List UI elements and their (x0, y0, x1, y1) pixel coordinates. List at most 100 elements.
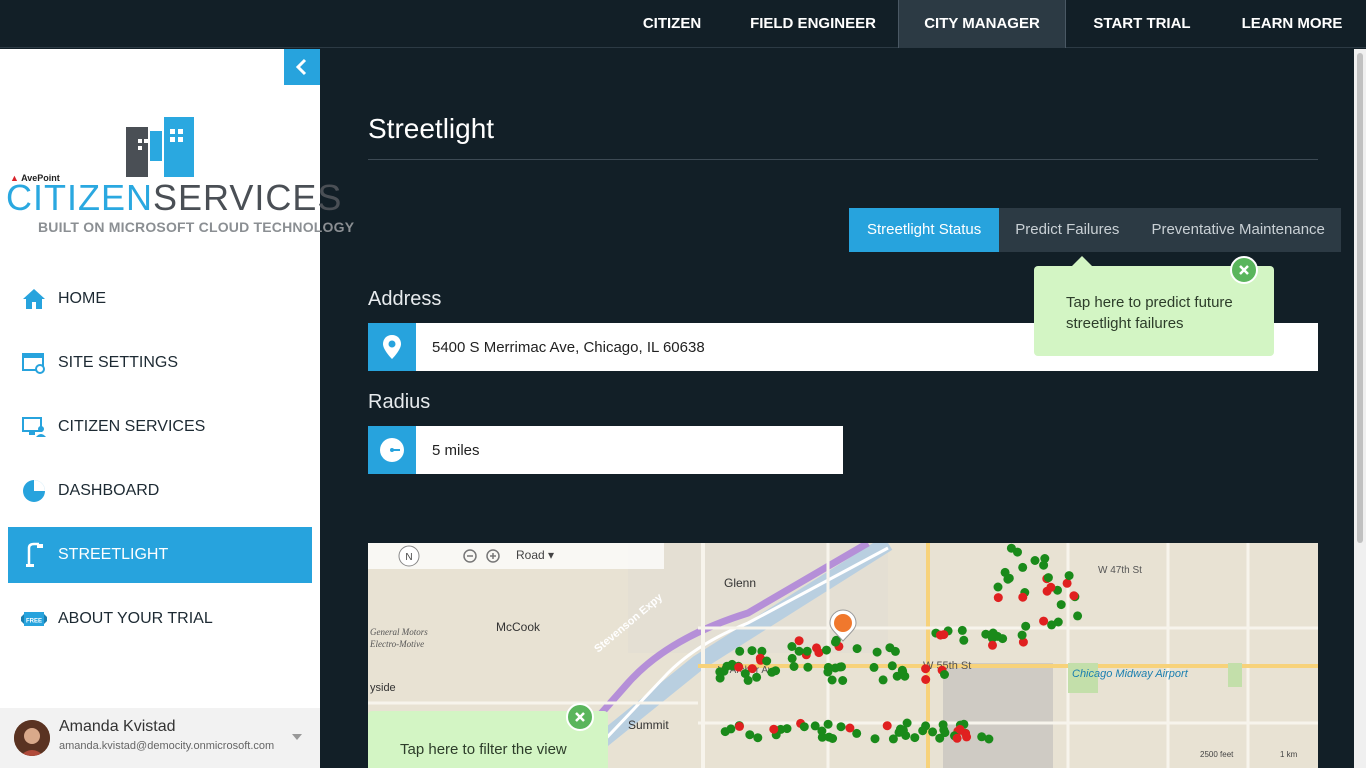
streetlight-marker-failed[interactable] (735, 721, 744, 731)
streetlight-marker-ok[interactable] (852, 644, 862, 654)
streetlight-marker-ok[interactable] (1047, 620, 1057, 630)
streetlight-marker-ok[interactable] (782, 724, 792, 734)
streetlight-marker-ok[interactable] (918, 726, 928, 736)
streetlight-marker-failed[interactable] (1069, 591, 1079, 601)
chevron-down-icon[interactable] (292, 734, 302, 740)
streetlight-marker-ok[interactable] (743, 675, 753, 685)
streetlight-marker-failed[interactable] (993, 593, 1003, 603)
streetlight-marker-failed[interactable] (921, 664, 931, 674)
streetlight-marker-ok[interactable] (745, 730, 755, 740)
streetlight-marker-ok[interactable] (993, 582, 1003, 592)
sidebar-item-home[interactable]: HOME (8, 271, 312, 327)
nav-field-engineer[interactable]: FIELD ENGINEER (736, 0, 890, 48)
streetlight-marker-failed[interactable] (845, 723, 855, 733)
predict-failures-tooltip[interactable]: Tap here to predict future streetlight f… (1034, 256, 1274, 356)
sidebar-item-streetlight[interactable]: STREETLIGHT (8, 527, 312, 583)
sidebar-item-site-settings[interactable]: SITE SETTINGS (8, 335, 312, 391)
nav-learn-more[interactable]: LEARN MORE (1224, 0, 1360, 48)
streetlight-marker-ok[interactable] (817, 732, 827, 742)
close-icon[interactable] (1230, 256, 1258, 284)
streetlight-marker-ok[interactable] (715, 673, 725, 683)
streetlight-marker-ok[interactable] (1039, 560, 1049, 570)
streetlight-marker-ok[interactable] (747, 646, 757, 656)
streetlight-marker-ok[interactable] (885, 643, 895, 653)
streetlight-marker-ok[interactable] (939, 725, 949, 735)
streetlight-marker-ok[interactable] (735, 646, 745, 656)
streetlight-marker-ok[interactable] (787, 653, 797, 663)
streetlight-marker-ok[interactable] (872, 647, 882, 657)
streetlight-marker-ok[interactable] (835, 662, 845, 672)
streetlight-marker-ok[interactable] (957, 625, 967, 635)
streetlight-marker-failed[interactable] (812, 643, 821, 653)
streetlight-marker-ok[interactable] (892, 671, 902, 681)
streetlight-marker-ok[interactable] (802, 646, 812, 656)
zoom-out-icon[interactable] (462, 548, 478, 564)
streetlight-marker-ok[interactable] (794, 646, 804, 656)
streetlight-marker-failed[interactable] (734, 662, 744, 672)
tab-streetlight-status[interactable]: Streetlight Status (849, 208, 1000, 252)
streetlight-marker-ok[interactable] (831, 637, 840, 647)
streetlight-marker-ok[interactable] (803, 662, 813, 672)
streetlight-marker-failed[interactable] (794, 636, 804, 646)
streetlight-marker-ok[interactable] (878, 675, 888, 685)
streetlight-marker-ok[interactable] (720, 727, 730, 737)
streetlight-marker-ok[interactable] (1056, 600, 1066, 610)
streetlight-marker-ok[interactable] (870, 734, 880, 744)
streetlight-marker-ok[interactable] (888, 734, 898, 744)
streetlight-marker-ok[interactable] (935, 733, 945, 743)
streetlight-marker-ok[interactable] (1000, 567, 1010, 577)
streetlight-marker-ok[interactable] (910, 733, 920, 743)
streetlight-marker-ok[interactable] (838, 676, 848, 685)
streetlight-marker-ok[interactable] (977, 732, 987, 742)
scrollbar-thumb[interactable] (1357, 53, 1363, 543)
filter-view-tooltip[interactable]: Tap here to filter the view (368, 703, 608, 768)
streetlight-marker-ok[interactable] (1006, 543, 1016, 553)
streetlight-marker-failed[interactable] (962, 732, 972, 742)
streetlight-marker-failed[interactable] (921, 675, 931, 684)
streetlight-marker-ok[interactable] (959, 635, 969, 645)
streetlight-marker-failed[interactable] (769, 724, 779, 734)
map-navigation-icon[interactable]: N (398, 545, 420, 567)
tab-preventative-maintenance[interactable]: Preventative Maintenance (1135, 208, 1340, 252)
streetlight-marker-ok[interactable] (1030, 556, 1040, 565)
streetlight-marker-ok[interactable] (836, 722, 846, 732)
streetlight-marker-failed[interactable] (952, 733, 962, 743)
streetlight-marker-ok[interactable] (1064, 571, 1074, 581)
sidebar-item-dashboard[interactable]: DASHBOARD (8, 463, 312, 519)
streetlight-marker-ok[interactable] (887, 661, 897, 671)
streetlight-marker-failed[interactable] (1018, 592, 1028, 602)
streetlight-marker-ok[interactable] (993, 631, 1002, 641)
page-scrollbar[interactable] (1354, 49, 1366, 768)
sidebar-item-citizen-services[interactable]: CITIZEN SERVICES (8, 399, 312, 455)
zoom-in-icon[interactable] (485, 548, 501, 564)
streetlight-marker-ok[interactable] (823, 719, 833, 729)
streetlight-marker-failed[interactable] (939, 630, 949, 640)
streetlight-marker-ok[interactable] (789, 662, 799, 671)
streetlight-marker-failed[interactable] (988, 640, 997, 650)
streetlight-marker-ok[interactable] (1018, 562, 1028, 572)
streetlight-marker-failed[interactable] (882, 721, 892, 731)
collapse-sidebar-button[interactable] (284, 49, 320, 85)
streetlight-marker-ok[interactable] (823, 667, 833, 677)
streetlight-marker-ok[interactable] (762, 656, 772, 666)
streetlight-marker-ok[interactable] (810, 721, 820, 731)
radius-field[interactable]: 5 miles (368, 426, 843, 474)
streetlight-marker-failed[interactable] (955, 724, 965, 734)
nav-citizen[interactable]: CITIZEN (624, 0, 720, 48)
streetlight-marker-ok[interactable] (869, 662, 879, 672)
streetlight-marker-ok[interactable] (1017, 630, 1027, 640)
streetlight-marker-ok[interactable] (752, 672, 762, 682)
streetlight-marker-ok[interactable] (799, 722, 809, 732)
map-type-select[interactable]: Road ▾ (516, 548, 554, 562)
sidebar-item-about-your-trial[interactable]: FREE ABOUT YOUR TRIAL (8, 591, 312, 647)
streetlight-marker-ok[interactable] (928, 727, 938, 737)
streetlight-marker-ok[interactable] (822, 645, 831, 655)
streetlight-marker-failed[interactable] (1046, 582, 1056, 592)
streetlight-marker-ok[interactable] (827, 675, 837, 685)
close-icon[interactable] (566, 703, 594, 731)
streetlight-marker-ok[interactable] (1043, 573, 1053, 583)
nav-city-manager[interactable]: CITY MANAGER (898, 0, 1066, 48)
streetlight-marker-ok[interactable] (896, 724, 905, 734)
streetlight-marker-ok[interactable] (1021, 621, 1031, 631)
streetlight-marker-ok[interactable] (753, 733, 763, 743)
